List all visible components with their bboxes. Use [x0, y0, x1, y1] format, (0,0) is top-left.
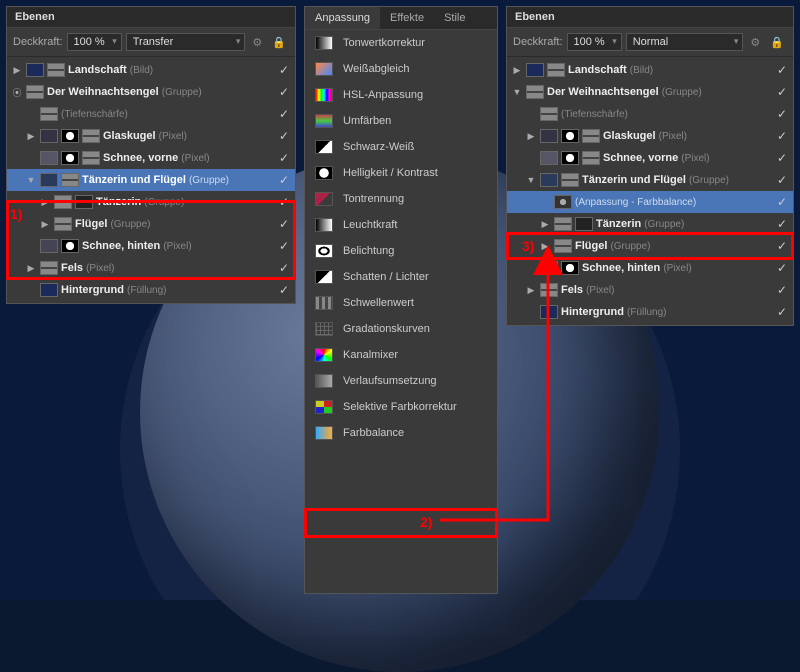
visibility-check[interactable]: ✓: [279, 107, 289, 121]
visibility-check[interactable]: ✓: [777, 283, 787, 297]
visibility-check[interactable]: ✓: [279, 239, 289, 253]
annotation-label-2: 2): [420, 514, 432, 530]
layer-weihnachtsengel[interactable]: ▼Der Weihnachtsengel (Gruppe)✓: [507, 81, 793, 103]
panel-title: Ebenen: [7, 7, 295, 28]
visibility-check[interactable]: ✓: [777, 151, 787, 165]
layer-list: ▶Landschaft (Bild)✓ ▼Der Weihnachtsengel…: [507, 57, 793, 325]
adj-schwarzweiss[interactable]: Schwarz-Weiß: [305, 134, 497, 160]
layer-glaskugel[interactable]: ▶Glaskugel (Pixel)✓: [507, 125, 793, 147]
visibility-check[interactable]: ✓: [279, 63, 289, 77]
annotation-label-3: 3): [522, 238, 534, 254]
visibility-check[interactable]: ✓: [279, 129, 289, 143]
visibility-check[interactable]: ✓: [279, 173, 289, 187]
tab-anpassung[interactable]: Anpassung: [305, 7, 380, 29]
layer-anpassung-farbbalance[interactable]: (Anpassung - Farbbalance)✓: [507, 191, 793, 213]
layer-tiefenschaerfe[interactable]: (Tiefenschärfe)✓: [7, 103, 295, 125]
lock-icon[interactable]: 🔒: [767, 36, 787, 49]
adj-tontrennung[interactable]: Tontrennung: [305, 186, 497, 212]
layer-hintergrund[interactable]: Hintergrund (Füllung)✓: [7, 279, 295, 301]
adj-tonwertkorrektur[interactable]: Tonwertkorrektur: [305, 30, 497, 56]
blendmode-dropdown[interactable]: Normal: [626, 33, 744, 51]
layer-landschaft[interactable]: ▶Landschaft (Bild)✓: [7, 59, 295, 81]
adj-schatten-lichter[interactable]: Schatten / Lichter: [305, 264, 497, 290]
adjustment-panel: Anpassung Effekte Stile Tonwertkorrektur…: [304, 6, 498, 594]
layers-panel-right: Ebenen Deckkraft: 100 % Normal ⚙ 🔒 ▶Land…: [506, 6, 794, 326]
layer-fluegel[interactable]: ▶Flügel (Gruppe)✓: [7, 213, 295, 235]
adj-belichtung[interactable]: Belichtung: [305, 238, 497, 264]
layer-schnee-vorne[interactable]: Schnee, vorne (Pixel)✓: [7, 147, 295, 169]
adj-helligkeit[interactable]: Helligkeit / Kontrast: [305, 160, 497, 186]
adj-kanalmixer[interactable]: Kanalmixer: [305, 342, 497, 368]
tab-effekte[interactable]: Effekte: [380, 7, 434, 29]
adj-gradationskurven[interactable]: Gradationskurven: [305, 316, 497, 342]
layer-taenzerin[interactable]: ▶Tänzerin (Gruppe)✓: [507, 213, 793, 235]
opacity-dropdown[interactable]: 100 %: [567, 33, 622, 51]
adjustment-list: Tonwertkorrektur Weißabgleich HSL-Anpass…: [305, 30, 497, 446]
opacity-row: Deckkraft: 100 % Transfer ⚙ 🔒: [7, 28, 295, 57]
panel-title: Ebenen: [507, 7, 793, 28]
visibility-check[interactable]: ✓: [279, 195, 289, 209]
layer-glaskugel[interactable]: ▶Glaskugel (Pixel)✓: [7, 125, 295, 147]
layer-weihnachtsengel[interactable]: ⦿Der Weihnachtsengel (Gruppe)✓: [7, 81, 295, 103]
layer-taenzerin-fluegel[interactable]: ▼Tänzerin und Flügel (Gruppe)✓: [507, 169, 793, 191]
adj-hsl[interactable]: HSL-Anpassung: [305, 82, 497, 108]
adj-weissabgleich[interactable]: Weißabgleich: [305, 56, 497, 82]
layer-taenzerin-fluegel[interactable]: ▼Tänzerin und Flügel (Gruppe)✓: [7, 169, 295, 191]
visibility-check[interactable]: ✓: [777, 129, 787, 143]
visibility-check[interactable]: ✓: [777, 85, 787, 99]
visibility-check[interactable]: ✓: [777, 239, 787, 253]
visibility-check[interactable]: ✓: [777, 217, 787, 231]
visibility-check[interactable]: ✓: [777, 305, 787, 319]
visibility-check[interactable]: ✓: [279, 217, 289, 231]
visibility-check[interactable]: ✓: [279, 151, 289, 165]
layer-landschaft[interactable]: ▶Landschaft (Bild)✓: [507, 59, 793, 81]
layer-fluegel[interactable]: ▶Flügel (Gruppe)✓: [507, 235, 793, 257]
visibility-check[interactable]: ✓: [777, 173, 787, 187]
layer-tiefenschaerfe[interactable]: (Tiefenschärfe)✓: [507, 103, 793, 125]
adj-selektive-farbkorrektur[interactable]: Selektive Farbkorrektur: [305, 394, 497, 420]
opacity-dropdown[interactable]: 100 %: [67, 33, 122, 51]
visibility-check[interactable]: ✓: [279, 85, 289, 99]
panel-tabs: Anpassung Effekte Stile: [305, 7, 497, 30]
layer-schnee-vorne[interactable]: Schnee, vorne (Pixel)✓: [507, 147, 793, 169]
opacity-label: Deckkraft:: [13, 36, 63, 48]
layer-fels[interactable]: ▶Fels (Pixel)✓: [7, 257, 295, 279]
visibility-check[interactable]: ✓: [279, 283, 289, 297]
visibility-check[interactable]: ✓: [777, 107, 787, 121]
layer-fels[interactable]: ▶Fels (Pixel)✓: [507, 279, 793, 301]
layer-schnee-hinten[interactable]: Schnee, hinten (Pixel)✓: [7, 235, 295, 257]
opacity-label: Deckkraft:: [513, 36, 563, 48]
layer-hintergrund[interactable]: Hintergrund (Füllung)✓: [507, 301, 793, 323]
tab-stile[interactable]: Stile: [434, 7, 475, 29]
visibility-check[interactable]: ✓: [279, 261, 289, 275]
layer-schnee-hinten[interactable]: Schnee, hinten (Pixel)✓: [507, 257, 793, 279]
layer-taenzerin[interactable]: ▶Tänzerin (Gruppe)✓: [7, 191, 295, 213]
adj-schwellenwert[interactable]: Schwellenwert: [305, 290, 497, 316]
gear-icon[interactable]: ⚙: [747, 36, 763, 49]
visibility-check[interactable]: ✓: [777, 195, 787, 209]
lock-icon[interactable]: 🔒: [269, 36, 289, 49]
adj-umfaerben[interactable]: Umfärben: [305, 108, 497, 134]
adj-verlaufsumsetzung[interactable]: Verlaufsumsetzung: [305, 368, 497, 394]
visibility-check[interactable]: ✓: [777, 261, 787, 275]
adj-farbbalance[interactable]: Farbbalance: [305, 420, 497, 446]
opacity-row: Deckkraft: 100 % Normal ⚙ 🔒: [507, 28, 793, 57]
layer-list: ▶Landschaft (Bild)✓ ⦿Der Weihnachtsengel…: [7, 57, 295, 303]
blendmode-dropdown[interactable]: Transfer: [126, 33, 246, 51]
layers-panel-left: Ebenen Deckkraft: 100 % Transfer ⚙ 🔒 ▶La…: [6, 6, 296, 304]
visibility-check[interactable]: ✓: [777, 63, 787, 77]
gear-icon[interactable]: ⚙: [249, 36, 265, 49]
adj-leuchtkraft[interactable]: Leuchtkraft: [305, 212, 497, 238]
annotation-label-1: 1): [10, 206, 22, 222]
